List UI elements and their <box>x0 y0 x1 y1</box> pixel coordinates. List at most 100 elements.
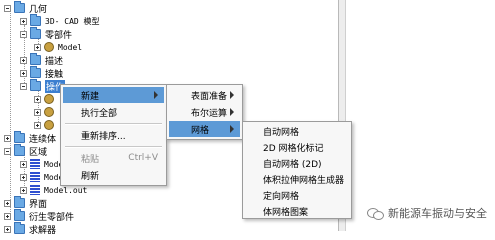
menu-item-label: 自动网格 <box>263 127 300 138</box>
folder-icon <box>30 53 41 65</box>
expand-toggle-icon[interactable] <box>34 43 41 51</box>
expand-toggle-icon[interactable] <box>4 225 11 233</box>
tree-connector <box>10 9 11 216</box>
submenu-arrow-icon <box>154 91 158 99</box>
submenu-mesh: 自动网格 2D 网格化标记 自动网格 (2D) 体积拉伸网格生成器 定向网格 体… <box>242 121 352 219</box>
menu-item-label: 粘贴 <box>81 154 100 165</box>
tree-node-interfaces[interactable]: 界面 <box>4 196 48 210</box>
collapse-toggle-icon[interactable] <box>20 82 27 90</box>
menu-item-automated-mesh-2d[interactable]: 自动网格 (2D) <box>245 155 349 171</box>
expand-toggle-icon[interactable] <box>34 121 41 129</box>
menu-item-extrusion-mesher[interactable]: 体积拉伸网格生成器 <box>245 171 349 187</box>
tree-node-contacts[interactable]: 接触 <box>20 66 63 80</box>
collapse-toggle-icon[interactable] <box>4 147 11 155</box>
folder-icon <box>30 14 41 26</box>
submenu-arrow-icon <box>230 108 234 116</box>
tree-node-operations[interactable]: 操作 <box>20 79 66 93</box>
menu-item-2d-mesh-marker[interactable]: 2D 网格化标记 <box>245 139 349 155</box>
region-icon <box>30 172 40 182</box>
tree-node-label: 零部件 <box>45 30 73 41</box>
part-icon <box>44 42 54 52</box>
folder-icon <box>14 1 25 13</box>
menu-item-refresh[interactable]: 刷新 <box>63 167 164 183</box>
expand-toggle-icon[interactable] <box>20 186 27 194</box>
expand-toggle-icon[interactable] <box>34 108 41 116</box>
menu-item-label: 新建 <box>81 91 100 102</box>
menu-item-label: 重新排序... <box>81 131 126 142</box>
right-pane: 新能源车振动与安全 <box>346 0 495 231</box>
collapse-toggle-icon[interactable] <box>20 30 27 38</box>
folder-icon <box>14 144 25 156</box>
menu-item-automated-mesh[interactable]: 自动网格 <box>245 123 349 139</box>
folder-icon <box>30 79 41 91</box>
menu-item-label: 布尔运算 <box>191 108 228 119</box>
menu-separator <box>65 146 162 148</box>
folder-icon <box>30 66 41 78</box>
expand-toggle-icon[interactable] <box>4 199 11 207</box>
region-icon <box>30 159 40 169</box>
collapse-toggle-icon[interactable] <box>4 4 11 12</box>
menu-item-boolean[interactable]: 布尔运算 <box>169 104 240 120</box>
menu-item-new[interactable]: 新建 <box>63 87 164 103</box>
tree-node-label: 求解器 <box>29 225 57 236</box>
tree-node-label: 描述 <box>45 56 64 67</box>
folder-icon <box>14 131 25 143</box>
folder-icon <box>14 222 25 234</box>
tree-node-operation-child[interactable] <box>34 119 58 131</box>
expand-toggle-icon[interactable] <box>4 134 11 142</box>
tree-node-descriptions[interactable]: 描述 <box>20 53 64 67</box>
menu-item-surface-prep[interactable]: 表面准备 <box>169 87 240 103</box>
folder-icon <box>14 209 25 221</box>
menu-separator <box>65 123 162 125</box>
expand-toggle-icon[interactable] <box>34 95 41 103</box>
expand-toggle-icon[interactable] <box>20 69 27 77</box>
menu-item-directed-mesh[interactable]: 定向网格 <box>245 187 349 203</box>
tree-node-derived-parts[interactable]: 衍生零部件 <box>4 209 75 223</box>
submenu-arrow-icon <box>230 125 234 133</box>
menu-item-label: 表面准备 <box>191 91 228 102</box>
menu-item-label: 执行全部 <box>81 108 118 119</box>
menu-item-label: 体积拉伸网格生成器 <box>263 175 345 186</box>
tree-node-label: 连续体 <box>29 134 57 145</box>
menu-item-label: 自动网格 (2D) <box>263 159 322 170</box>
tree-node-parts[interactable]: 零部件 <box>20 27 73 41</box>
menu-item-label: 刷新 <box>81 171 100 182</box>
folder-icon <box>30 27 41 39</box>
menu-item-mesh[interactable]: 网格 <box>169 121 240 137</box>
menu-item-execute-all[interactable]: 执行全部 <box>63 104 164 120</box>
tree-node-regions[interactable]: 区域 <box>4 144 48 158</box>
operation-icon <box>44 120 54 130</box>
expand-toggle-icon[interactable] <box>20 173 27 181</box>
tree-node-label: Model.out <box>44 185 88 195</box>
tree-node-solvers[interactable]: 求解器 <box>4 222 57 236</box>
expand-toggle-icon[interactable] <box>20 56 27 64</box>
tree-node-operation-child[interactable] <box>34 106 58 118</box>
menu-item-label: 网格 <box>191 125 210 136</box>
tree-node-label: 几何 <box>29 4 48 15</box>
tree-node-label: 界面 <box>29 199 48 210</box>
tree-node-label: 区域 <box>29 147 48 158</box>
submenu-arrow-icon <box>230 91 234 99</box>
expand-toggle-icon[interactable] <box>4 212 11 220</box>
tree-node-label: 3D- CAD 模型 <box>45 16 100 26</box>
expand-toggle-icon[interactable] <box>20 17 27 25</box>
tree-node-continua[interactable]: 连续体 <box>4 131 57 145</box>
tree-node-label: 衍生零部件 <box>29 212 75 223</box>
shortcut-label: Ctrl+V <box>128 153 158 163</box>
operation-icon <box>44 94 54 104</box>
tree-node-operation-child[interactable] <box>34 93 58 105</box>
tree-node-part-model[interactable]: Model <box>34 41 82 53</box>
menu-item-reorder[interactable]: 重新排序... <box>63 127 164 143</box>
menu-item-label: 体网格图案 <box>263 207 309 218</box>
watermark-text: 新能源车振动与安全 <box>388 207 487 220</box>
tree-node-geometry[interactable]: 几何 <box>4 1 48 15</box>
operation-icon <box>44 107 54 117</box>
tree-node-3d-cad-model[interactable]: 3D- CAD 模型 <box>20 14 100 27</box>
menu-item-paste[interactable]: 粘贴 Ctrl+V <box>63 150 164 166</box>
submenu-new: 表面准备 布尔运算 网格 <box>166 84 243 140</box>
folder-icon <box>14 196 25 208</box>
menu-item-volume-mesh-pattern[interactable]: 体网格图案 <box>245 203 349 219</box>
expand-toggle-icon[interactable] <box>20 160 27 168</box>
wechat-icon <box>367 207 384 220</box>
menu-item-label: 定向网格 <box>263 191 300 202</box>
